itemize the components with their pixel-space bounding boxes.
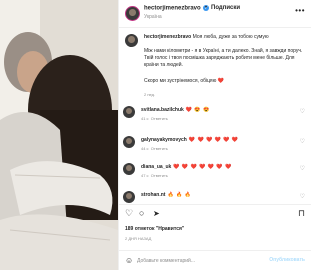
comment-item: diana_ua_uk ❤️ ❤️ ❤️ ❤️ ❤️ ❤️ ❤️ 47 с Отв… <box>119 163 311 185</box>
comment-like-icon[interactable]: ♡ <box>300 138 305 145</box>
caption-avatar[interactable] <box>125 34 138 47</box>
reply-link[interactable]: Ответить <box>151 146 168 151</box>
comment-text: ❤️ 😍 😍 <box>185 107 210 113</box>
commenter-username[interactable]: galynayakymovych <box>141 137 187 143</box>
commenter-username[interactable]: svitlana.bazilchuk <box>141 107 184 113</box>
commenter-username[interactable]: strohan.nt <box>141 192 165 198</box>
comment-item: strohan.nt 🔥 🔥 🔥 ♡ <box>119 191 311 203</box>
caption-time: 2 нед. <box>144 92 156 97</box>
caption-username[interactable]: hectorjimenezbravo <box>144 34 191 40</box>
comment-like-icon[interactable]: ♡ <box>300 165 305 172</box>
comment-meta: 47 с Ответить <box>141 173 168 178</box>
commenter-avatar[interactable] <box>123 106 135 118</box>
comment-bubble-icon[interactable]: ○ <box>139 209 144 218</box>
caption-closing: Скоро ми зустрінемося, обіцяю ❤️ <box>144 78 225 84</box>
comment-meta: 44 с Ответить <box>141 146 168 151</box>
post-photo[interactable] <box>0 0 118 270</box>
comment-text: 🔥 🔥 🔥 <box>167 192 192 198</box>
author-username[interactable]: hectorjimenezbravo ✓ <box>144 5 210 12</box>
commenter-avatar[interactable] <box>123 191 135 203</box>
comment-meta: 41 с Ответить <box>141 116 168 121</box>
post-location[interactable]: Україна <box>144 14 162 20</box>
likes-count[interactable]: 189 отметок "Нравится" <box>125 226 184 232</box>
comment-body: strohan.nt 🔥 🔥 🔥 <box>141 192 191 198</box>
share-paper-plane-icon[interactable]: ➤ <box>153 209 160 218</box>
post-header: hectorjimenezbravo ✓ • Подписки Україна … <box>119 0 311 28</box>
comment-body: diana_ua_uk ❤️ ❤️ ❤️ ❤️ ❤️ ❤️ ❤️ <box>141 164 232 170</box>
post-actions-bar: ♡ ○ ➤ ⊓ <box>119 204 311 220</box>
save-bookmark-icon[interactable]: ⊓ <box>298 209 305 218</box>
more-options-icon[interactable]: ••• <box>295 6 305 15</box>
comment-time: 41 с <box>141 116 149 121</box>
like-heart-icon[interactable]: ♡ <box>125 209 133 218</box>
embracing-couple-image <box>0 0 118 270</box>
caption-headline: Моя люба, дуже за тобою сумую <box>192 34 269 40</box>
reply-link[interactable]: Ответить <box>151 173 168 178</box>
post-date: 2 дня назад <box>125 236 152 241</box>
add-comment-bar: ☺ Опубликовать <box>119 250 311 270</box>
comment-body: svitlana.bazilchuk ❤️ 😍 😍 <box>141 107 210 113</box>
comment-body: galynayakymovych ❤️ ❤️ ❤️ ❤️ ❤️ ❤️ <box>141 137 239 143</box>
comment-text: ❤️ ❤️ ❤️ ❤️ ❤️ ❤️ ❤️ <box>173 164 232 170</box>
comment-like-icon[interactable]: ♡ <box>300 193 305 200</box>
commenter-avatar[interactable] <box>123 163 135 175</box>
caption-text: hectorjimenezbravo Моя люба, дуже за тоб… <box>144 34 304 69</box>
post-side-panel: hectorjimenezbravo ✓ • Подписки Україна … <box>118 0 311 270</box>
following-button[interactable]: Подписки <box>211 5 240 11</box>
comment-item: galynayakymovych ❤️ ❤️ ❤️ ❤️ ❤️ ❤️ 44 с О… <box>119 136 311 158</box>
comment-input[interactable] <box>137 256 267 266</box>
publish-button[interactable]: Опубликовать <box>269 257 305 263</box>
comment-item: svitlana.bazilchuk ❤️ 😍 😍 41 с Ответить ♡ <box>119 106 311 128</box>
comment-text: ❤️ ❤️ ❤️ ❤️ ❤️ ❤️ <box>188 137 239 143</box>
caption-body: Між нами кілометри - я в Україні, а ти д… <box>144 48 303 68</box>
comment-time: 44 с <box>141 146 149 151</box>
commenter-avatar[interactable] <box>123 136 135 148</box>
author-avatar[interactable] <box>125 6 140 21</box>
comment-like-icon[interactable]: ♡ <box>300 108 305 115</box>
commenter-username[interactable]: diana_ua_uk <box>141 164 171 170</box>
author-username-text[interactable]: hectorjimenezbravo <box>144 6 201 12</box>
comment-time: 47 с <box>141 173 149 178</box>
reply-link[interactable]: Ответить <box>151 116 168 121</box>
instagram-post: hectorjimenezbravo ✓ • Подписки Україна … <box>0 0 311 270</box>
emoji-picker-icon[interactable]: ☺ <box>125 256 133 265</box>
header-separator: • <box>205 5 208 11</box>
